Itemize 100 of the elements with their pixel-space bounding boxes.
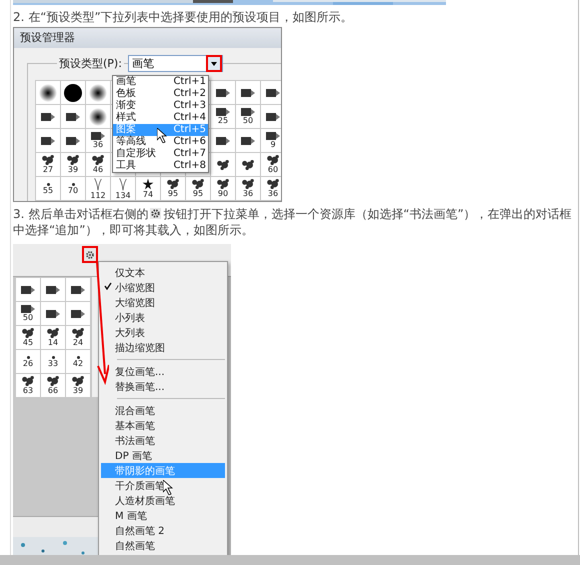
- brush-size: 66: [48, 386, 58, 395]
- dropdown-item[interactable]: 等高线 Ctrl+6: [113, 136, 208, 148]
- brush-size: 90: [218, 189, 228, 198]
- brush-icon: [42, 155, 54, 165]
- brush-size: 42: [72, 358, 84, 368]
- brush-icon: [94, 177, 102, 191]
- brush-icon: [241, 108, 255, 116]
- brush-icon: [119, 177, 127, 191]
- dropdown-item[interactable]: 样式 Ctrl+4: [113, 112, 208, 124]
- brush-icon: [67, 155, 79, 165]
- brush-size: 33: [48, 358, 58, 368]
- brush-size: 39: [68, 165, 78, 174]
- cursor-icon: [163, 480, 173, 495]
- dropdown-item[interactable]: 工具 Ctrl+8: [113, 160, 208, 172]
- menu-item[interactable]: M 画笔: [101, 508, 225, 523]
- menu-item[interactable]: 人造材质画笔: [101, 493, 225, 508]
- brush-icon: [47, 328, 59, 338]
- brush-icon: [66, 136, 80, 144]
- brush-size: 112: [90, 191, 106, 200]
- menu-item[interactable]: 自然画笔 2: [101, 523, 225, 538]
- brush-size: 39: [72, 386, 84, 395]
- horizontal-scrollbar[interactable]: [0, 555, 580, 565]
- brush-icon: [72, 376, 84, 386]
- brush-size: 55: [42, 186, 54, 194]
- settings-button[interactable]: [82, 246, 98, 263]
- brush-size: 25: [218, 116, 228, 125]
- brush-icon: [46, 182, 50, 186]
- brush-size: 50: [242, 116, 254, 125]
- brush-icon: [89, 84, 107, 102]
- brush-icon: [216, 136, 230, 144]
- brush-icon: [22, 376, 34, 386]
- brush-icon: [217, 160, 229, 170]
- brush-icon: [167, 179, 179, 189]
- brush-size: 63: [22, 386, 34, 395]
- brush-icon: [91, 132, 105, 140]
- brush-icon: [266, 112, 280, 120]
- caret-icon: [210, 62, 217, 66]
- brush-size: 46: [92, 165, 104, 174]
- brush-icon: [46, 310, 60, 318]
- menu-item[interactable]: 基本画笔: [101, 418, 225, 433]
- brush-icon: [22, 328, 34, 338]
- brush-icon: [267, 179, 279, 189]
- brush-icon: [71, 310, 85, 318]
- menu-item[interactable]: DP 画笔: [101, 448, 225, 463]
- dropdown-item[interactable]: 画笔 Ctrl+1: [113, 76, 208, 88]
- brush-icon: [192, 179, 204, 189]
- menu-item[interactable]: 小缩览图: [101, 280, 225, 295]
- brush-icon: [242, 160, 254, 170]
- brush-size: 36: [92, 140, 104, 149]
- brush-icon: [41, 112, 55, 120]
- brush-icon: [266, 132, 280, 140]
- dropdown-item[interactable]: 色板 Ctrl+2: [113, 88, 208, 100]
- preset-type-select[interactable]: 画笔: [128, 55, 223, 72]
- brush-icon: [26, 356, 30, 358]
- brush-icon: [92, 155, 104, 165]
- cursor-icon: [157, 128, 167, 143]
- menu-item[interactable]: 混合画笔: [101, 403, 225, 418]
- brush-size: 95: [192, 189, 204, 198]
- brush-icon: [217, 179, 229, 189]
- brush-size: 26: [22, 358, 34, 368]
- brush-icon: [241, 88, 255, 96]
- step-text: 2. 在“预设类型”下拉列表中选择要使用的预设项目，如图所示。: [12, 9, 354, 25]
- brush-icon: [41, 136, 55, 144]
- menu-item[interactable]: 小列表: [101, 310, 225, 325]
- brush-icon: [71, 286, 85, 294]
- brush-icon: [241, 136, 255, 144]
- brush-icon: [46, 286, 60, 294]
- menu-item[interactable]: 替换画笔...: [101, 379, 225, 394]
- brush-size: 45: [22, 338, 34, 347]
- brush-size: 24: [72, 338, 84, 347]
- check-icon: [104, 282, 112, 290]
- window-title: 预设管理器: [14, 28, 281, 48]
- brush-size: 50: [22, 313, 34, 322]
- brush-size: 27: [42, 165, 54, 174]
- brush-icon: [242, 179, 254, 189]
- brush-icon: [72, 328, 84, 338]
- dropdown-item[interactable]: 自定形状 Ctrl+7: [113, 148, 208, 160]
- menu-item[interactable]: 大列表: [101, 325, 225, 340]
- brush-size: 9: [270, 140, 276, 149]
- brush-size: 36: [242, 189, 254, 198]
- brush-size: 36: [268, 189, 278, 198]
- brush-icon: [66, 112, 80, 120]
- dropdown-item[interactable]: 渐变 Ctrl+3: [113, 100, 208, 112]
- menu-item[interactable]: 大缩览图: [101, 295, 225, 310]
- brush-icon: [216, 108, 230, 116]
- brush-icon: [64, 84, 82, 102]
- menu-item[interactable]: 自然画笔: [101, 538, 225, 553]
- brush-icon: [21, 305, 35, 313]
- brush-icon: [72, 182, 74, 186]
- brush-icon: [267, 155, 279, 165]
- brush-icon: [216, 88, 230, 96]
- step-text: 3. 然后单击对话框右侧的 按钮打开下拉菜单，选择一个资源库（如选择“书法画笔”），在弹出的对话框中选择“追加”），即可将其载入，如图所示。: [12, 206, 573, 238]
- menu-item[interactable]: 描边缩览图: [101, 340, 225, 355]
- menu-item[interactable]: 复位画笔...: [101, 364, 225, 379]
- menu-item[interactable]: 书法画笔: [101, 433, 225, 448]
- menu-item[interactable]: 仅文本: [101, 265, 225, 280]
- dropdown-button[interactable]: [206, 55, 222, 72]
- brush-icon: [47, 376, 59, 386]
- brush-icon: [142, 178, 154, 190]
- brush-size: 14: [48, 338, 58, 347]
